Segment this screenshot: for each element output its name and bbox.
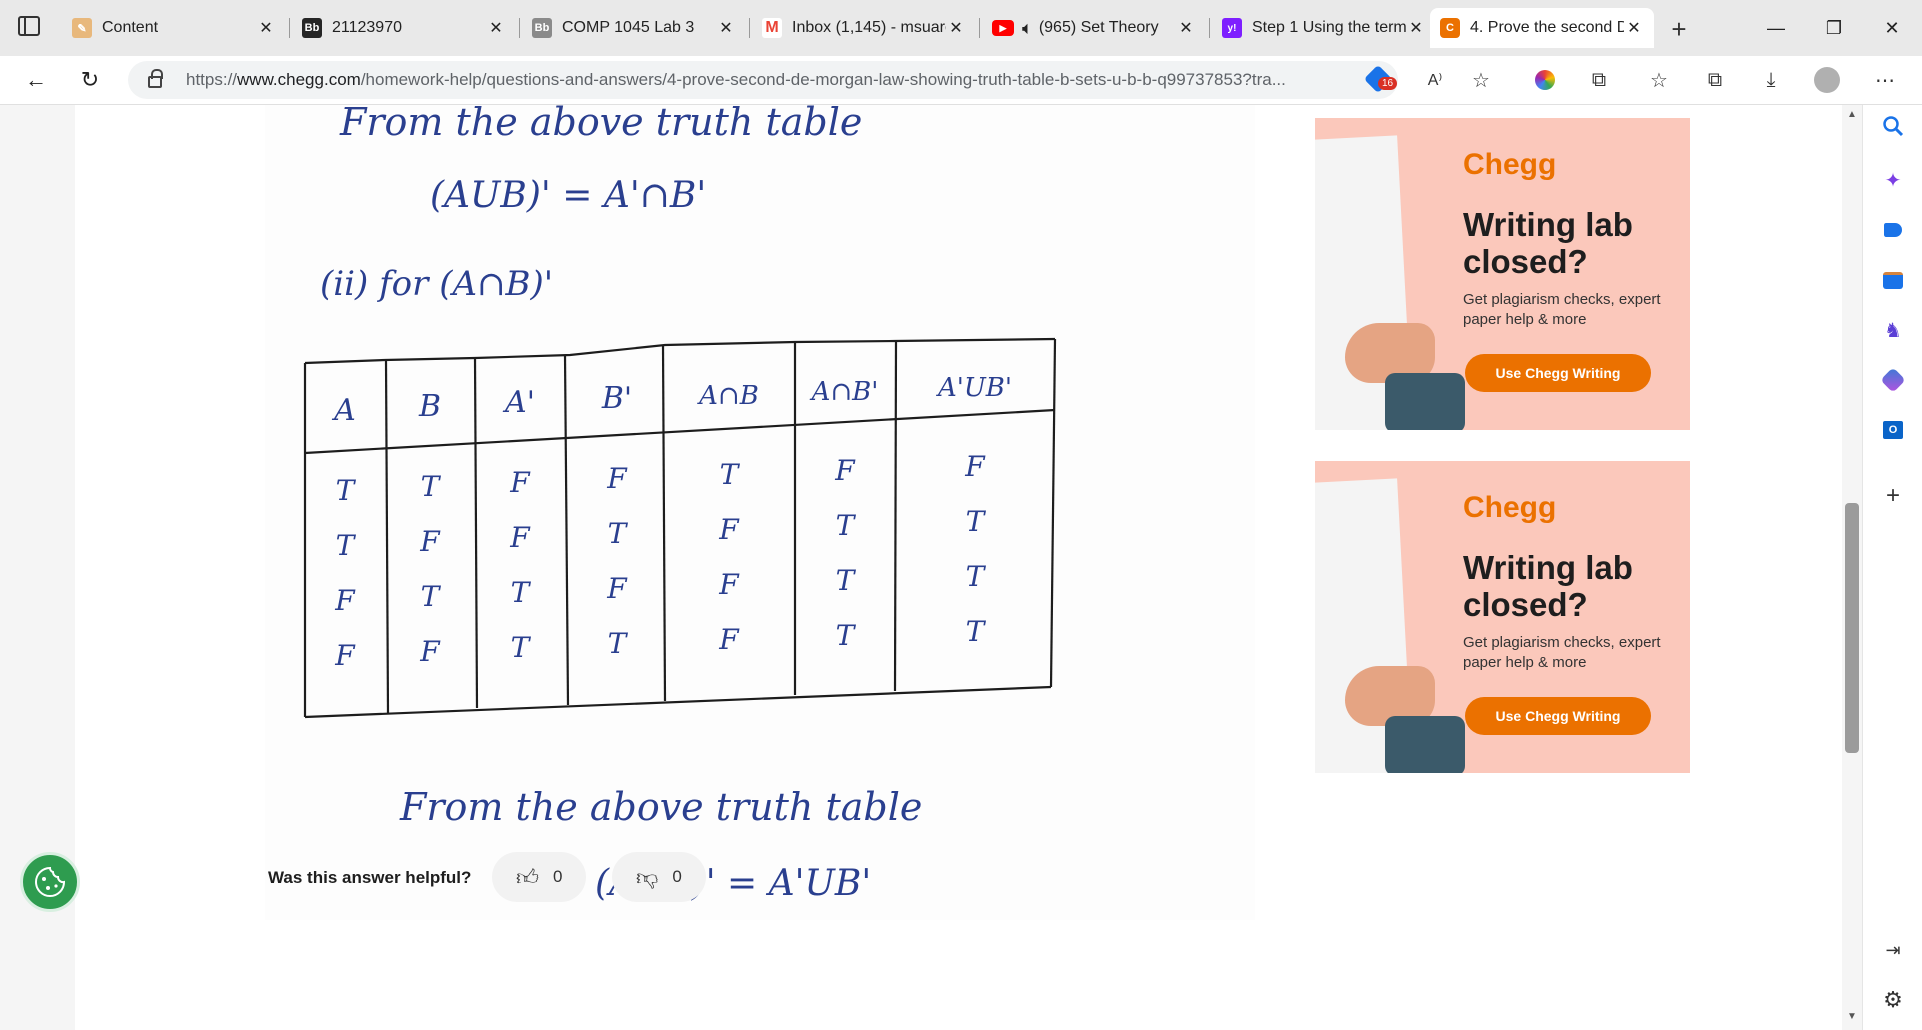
- cookie-settings-button[interactable]: [20, 852, 80, 912]
- back-button[interactable]: ←: [18, 62, 54, 98]
- close-icon[interactable]: ✕: [1406, 18, 1426, 38]
- gmail-icon: M: [762, 18, 782, 38]
- copilot-sparkle-icon[interactable]: ✦: [1880, 167, 1906, 193]
- cookie-icon: [35, 866, 66, 897]
- tab-title: (965) Set Theory: [1038, 19, 1159, 36]
- badge-count: 16: [1378, 77, 1398, 90]
- ad-brand: Chegg: [1463, 148, 1557, 181]
- games-chess-icon[interactable]: ♞: [1880, 317, 1906, 343]
- edge-sidebar: ✦ ♞ O + ⇥ ⚙: [1862, 105, 1922, 1030]
- tab-favicon: ✎: [72, 18, 92, 38]
- address-bar-row: ← ↻ https://www.chegg.com/homework-help/…: [0, 56, 1922, 105]
- tab-actions-icon[interactable]: [18, 16, 40, 36]
- tab-step1[interactable]: y! Step 1 Using the term ✕: [1212, 8, 1436, 48]
- ad-brand: Chegg: [1463, 491, 1557, 524]
- close-window-button[interactable]: ✕: [1872, 10, 1912, 46]
- handwritten-solution-image: From the above truth table (AUB)' = A'∩B…: [265, 100, 1255, 920]
- tab-strip: ✎ Content ✕ Bb 21123970 ✕ Bb COMP 1045 L…: [0, 0, 1922, 56]
- read-aloud-icon[interactable]: A⁾: [1420, 65, 1450, 95]
- web-content: From the above truth table (AUB)' = A'∩B…: [0, 100, 1862, 1030]
- sleeve-illustration: [1385, 373, 1465, 430]
- favorites-icon[interactable]: ☆: [1644, 65, 1674, 95]
- hide-sidebar-icon[interactable]: ⇥: [1880, 937, 1906, 963]
- ad-subtext: Get plagiarism checks, expert paper help…: [1463, 634, 1661, 671]
- tab-comp-lab[interactable]: Bb COMP 1045 Lab 3 ✕: [522, 8, 746, 48]
- scrollbar-thumb[interactable]: [1845, 503, 1859, 753]
- microsoft365-icon[interactable]: [1880, 367, 1906, 393]
- outlook-icon[interactable]: O: [1880, 417, 1906, 443]
- thumbs-up-count: 0: [553, 867, 563, 886]
- use-chegg-writing-button[interactable]: Use Chegg Writing: [1465, 697, 1651, 735]
- close-icon[interactable]: ✕: [716, 18, 736, 38]
- thumbs-up-button[interactable]: 👍︎ 0: [492, 852, 587, 902]
- restore-button[interactable]: ❐: [1814, 10, 1854, 46]
- tab-title: Content: [102, 19, 159, 36]
- thumbs-down-count: 0: [672, 867, 682, 886]
- use-chegg-writing-button[interactable]: Use Chegg Writing: [1465, 354, 1651, 392]
- tab-21123970[interactable]: Bb 21123970 ✕: [292, 8, 516, 48]
- color-wheel-extension-icon[interactable]: [1530, 65, 1560, 95]
- youtube-icon: ▶: [992, 20, 1014, 36]
- tools-briefcase-icon[interactable]: [1880, 267, 1906, 293]
- extensions-puzzle-icon[interactable]: ⧉: [1584, 65, 1614, 95]
- tab-title: 21123970: [332, 19, 402, 36]
- scroll-down-arrow[interactable]: ▼: [1847, 1011, 1857, 1022]
- extension-badge-icon[interactable]: 16: [1363, 64, 1398, 94]
- answer-page: From the above truth table (AUB)' = A'∩B…: [75, 100, 1842, 1030]
- tab-title: 4. Prove the second D: [1470, 19, 1624, 36]
- chegg-writing-ad[interactable]: Chegg Writing lab closed? Get plagiarism…: [1315, 461, 1690, 773]
- tab-title: COMP 1045 Lab 3: [562, 19, 695, 36]
- refresh-button[interactable]: ↻: [72, 62, 108, 98]
- lock-shackle: [151, 69, 163, 79]
- blackboard-icon: Bb: [532, 18, 552, 38]
- close-icon[interactable]: ✕: [486, 18, 506, 38]
- close-icon[interactable]: ✕: [256, 18, 276, 38]
- solution-conclusion: From the above truth table (A∩B)' = A'UB…: [399, 785, 922, 904]
- chegg-icon: C: [1440, 18, 1460, 38]
- more-menu-icon[interactable]: ⋯: [1870, 65, 1900, 95]
- close-icon[interactable]: ✕: [946, 18, 966, 38]
- favorite-star-icon[interactable]: ☆: [1466, 65, 1496, 95]
- settings-gear-icon[interactable]: ⚙: [1880, 987, 1906, 1013]
- search-icon[interactable]: [1880, 113, 1906, 139]
- downloads-icon[interactable]: ⤓: [1756, 65, 1786, 95]
- add-sidebar-app-icon[interactable]: +: [1880, 482, 1906, 509]
- shopping-tag-icon[interactable]: [1880, 217, 1906, 243]
- collections-icon[interactable]: ⧉: [1700, 65, 1730, 95]
- chegg-writing-ad[interactable]: Chegg Writing lab closed? Get plagiarism…: [1315, 118, 1690, 430]
- minimize-button[interactable]: —: [1756, 10, 1796, 46]
- new-tab-button[interactable]: +: [1662, 12, 1696, 46]
- tab-active-chegg[interactable]: C 4. Prove the second D ✕: [1430, 8, 1654, 48]
- thumbs-down-icon: 👎︎: [636, 864, 659, 890]
- ad-headline: Writing lab closed?: [1463, 549, 1633, 623]
- blackboard-icon: Bb: [302, 18, 322, 38]
- tab-inbox[interactable]: M Inbox (1,145) - msuare ✕: [752, 8, 976, 48]
- url-text: https://www.chegg.com/homework-help/ques…: [186, 70, 1286, 89]
- close-icon[interactable]: ✕: [1624, 18, 1644, 38]
- address-bar[interactable]: https://www.chegg.com/homework-help/ques…: [128, 61, 1398, 99]
- sleeve-illustration: [1385, 716, 1465, 773]
- profile-avatar[interactable]: [1812, 65, 1842, 95]
- ad-subtext: Get plagiarism checks, expert paper help…: [1463, 291, 1661, 328]
- close-icon[interactable]: ✕: [1176, 18, 1196, 38]
- thumbs-down-button[interactable]: 👎︎ 0: [612, 852, 706, 902]
- yahoo-icon: y!: [1222, 18, 1242, 38]
- helpful-question: Was this answer helpful?: [268, 868, 472, 887]
- solution-line2: From the above truth table: [399, 785, 922, 829]
- page-scrollbar[interactable]: ▲ ▼: [1842, 105, 1862, 1030]
- ad-headline: Writing lab closed?: [1463, 206, 1633, 280]
- scroll-up-arrow[interactable]: ▲: [1847, 109, 1857, 120]
- tab-content[interactable]: ✎ Content ✕: [62, 8, 286, 48]
- tab-title: Step 1 Using the term: [1252, 19, 1406, 36]
- tab-set-theory[interactable]: ▶ 🔈︎ (965) Set Theory ✕: [982, 8, 1206, 48]
- speaker-icon[interactable]: 🔈︎: [1022, 18, 1033, 39]
- thumbs-up-icon: 👍︎: [516, 864, 539, 890]
- tab-title: Inbox (1,145) - msuare: [792, 19, 946, 36]
